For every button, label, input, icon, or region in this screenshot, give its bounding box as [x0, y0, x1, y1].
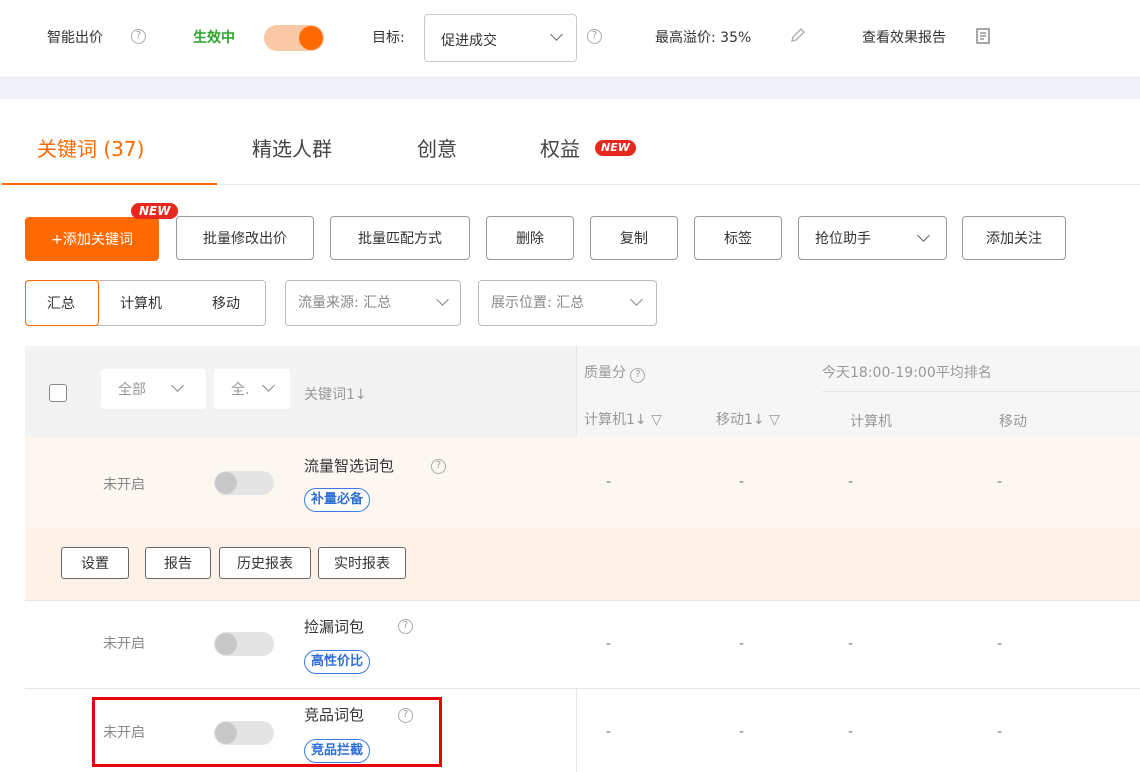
cell-value: -	[848, 474, 854, 490]
help-icon[interactable]: ?	[398, 619, 413, 634]
cell-value: -	[739, 636, 745, 652]
quality-mobile-header[interactable]: 移动1↓ ▽	[716, 409, 780, 429]
report-button[interactable]: 报告	[145, 547, 211, 579]
tab-keywords[interactable]: 关键词 (37)	[37, 133, 144, 162]
display-position-filter[interactable]: 展示位置: 汇总	[478, 280, 657, 326]
settings-button[interactable]: 设置	[61, 547, 129, 579]
table-row	[25, 601, 1140, 688]
match-filter-value: 全.	[231, 382, 250, 398]
add-keyword-button[interactable]: +添加关键词	[25, 217, 159, 261]
select-all-checkbox[interactable]	[49, 384, 67, 402]
tab-benefits[interactable]: 权益	[540, 133, 580, 162]
traffic-source-filter[interactable]: 流量来源: 汇总	[285, 280, 461, 326]
help-icon[interactable]: ?	[131, 29, 146, 44]
segment-mobile[interactable]: 移动	[212, 293, 240, 313]
quality-computer-label: 计算机	[584, 412, 626, 428]
chevron-down-icon	[550, 28, 563, 41]
quality-score-label: 质量分	[584, 365, 626, 381]
row-divider	[25, 688, 1140, 689]
realtime-report-button[interactable]: 实时报表	[318, 547, 406, 579]
keyword-pack-toggle[interactable]	[214, 471, 274, 495]
header-divider	[822, 391, 1140, 392]
quality-computer-header[interactable]: 计算机1↓ ▽	[584, 409, 662, 429]
traffic-source-label: 流量来源: 汇总	[298, 295, 392, 311]
add-follow-button[interactable]: 添加关注	[962, 216, 1066, 260]
row-status: 未开启	[103, 477, 145, 493]
chevron-down-icon	[630, 293, 643, 306]
active-tab-indicator	[2, 183, 217, 185]
edit-pencil-icon[interactable]	[789, 26, 807, 44]
rank-mobile-header: 移动	[999, 414, 1027, 430]
help-icon[interactable]: ?	[431, 459, 446, 474]
toggle-knob	[299, 26, 323, 50]
quality-mobile-label: 移动	[716, 412, 744, 428]
view-report-link[interactable]: 查看效果报告	[862, 27, 946, 47]
smart-bid-toggle[interactable]	[264, 25, 324, 51]
row-status: 未开启	[103, 636, 145, 652]
chevron-down-icon	[262, 379, 275, 392]
cell-value: -	[606, 636, 612, 652]
rank-computer-header: 计算机	[850, 414, 892, 430]
cell-value: -	[997, 636, 1003, 652]
rank-helper-dropdown[interactable]: 抢位助手	[798, 216, 947, 260]
toggle-knob	[215, 472, 237, 494]
keyword-column-header[interactable]: 关键词1↓	[304, 384, 367, 404]
batch-match-button[interactable]: 批量匹配方式	[330, 216, 470, 260]
status-text: 生效中	[193, 30, 235, 46]
cell-value: -	[848, 636, 854, 652]
status-filter-select[interactable]: 全部	[101, 369, 206, 409]
keyword-tag: 高性价比	[304, 650, 371, 674]
keyword-pack-toggle[interactable]	[214, 632, 274, 656]
avg-rank-header: 今天18:00-19:00平均排名	[822, 365, 992, 381]
target-select[interactable]: 促进成交	[424, 14, 577, 62]
segment-computer[interactable]: 计算机	[120, 293, 162, 313]
max-premium-label: 最高溢价: 35%	[655, 30, 752, 46]
status-filter-value: 全部	[118, 382, 146, 398]
display-position-label: 展示位置: 汇总	[491, 295, 585, 311]
batch-bid-button[interactable]: 批量修改出价	[176, 216, 314, 260]
cell-value: -	[606, 724, 612, 740]
toggle-knob	[215, 633, 237, 655]
new-badge: NEW	[595, 140, 636, 156]
keyword-tag: 补量必备	[304, 488, 371, 512]
help-icon[interactable]: ?	[587, 29, 602, 44]
cell-value: -	[606, 474, 612, 490]
target-label: 目标:	[372, 30, 405, 46]
help-icon[interactable]: ?	[630, 368, 646, 383]
red-highlight-box	[92, 697, 442, 767]
keyword-name: 捡漏词包	[304, 618, 365, 636]
chevron-down-icon	[171, 379, 184, 392]
smart-bid-bar: 智能出价 ? 生效中 目标: 促进成交 ? 最高溢价: 35% 查看效果报告	[0, 0, 1140, 78]
keyword-name: 流量智选词包	[304, 457, 395, 475]
tab-creative[interactable]: 创意	[417, 133, 457, 162]
smart-bid-label: 智能出价	[47, 30, 103, 46]
history-report-button[interactable]: 历史报表	[219, 547, 311, 579]
chevron-down-icon	[917, 229, 930, 242]
rank-helper-label: 抢位助手	[815, 231, 871, 247]
match-filter-select[interactable]: 全.	[214, 369, 290, 409]
report-doc-icon	[976, 28, 990, 44]
chevron-down-icon	[436, 293, 449, 306]
sort-filter-icon[interactable]: 1↓ ▽	[744, 412, 780, 428]
segment-summary[interactable]: 汇总	[47, 293, 75, 313]
table-row	[25, 437, 1140, 528]
device-segment: 汇总 计算机 移动	[25, 280, 266, 326]
target-select-value: 促进成交	[441, 33, 497, 49]
new-badge: NEW	[131, 203, 179, 219]
cell-value: -	[997, 724, 1003, 740]
sort-icon[interactable]: 1↓	[346, 387, 367, 403]
copy-button[interactable]: 复制	[590, 216, 678, 260]
cell-value: -	[848, 724, 854, 740]
quality-score-header: 质量分 ?	[584, 362, 646, 383]
cell-value: -	[997, 474, 1003, 490]
sort-filter-icon[interactable]: 1↓ ▽	[626, 412, 662, 428]
keyword-column-label: 关键词	[304, 387, 346, 403]
cell-value: -	[739, 724, 745, 740]
tag-button[interactable]: 标签	[694, 216, 782, 260]
cell-value: -	[739, 474, 745, 490]
tab-selected-audience[interactable]: 精选人群	[252, 133, 332, 162]
delete-button[interactable]: 删除	[486, 216, 574, 260]
